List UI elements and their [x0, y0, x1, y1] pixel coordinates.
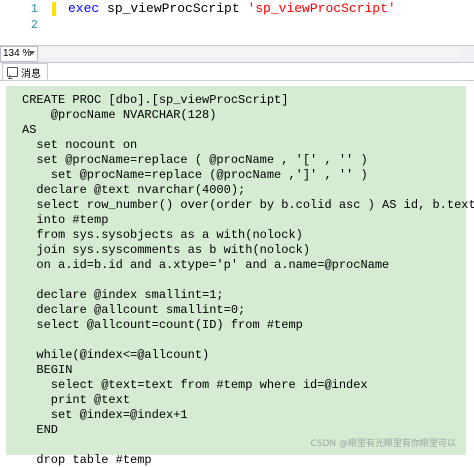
chevron-down-icon — [29, 51, 35, 55]
message-line: select @allcount=count(ID) from #temp — [22, 318, 303, 332]
tab-messages[interactable]: 消息 — [2, 63, 48, 80]
message-line: on a.id=b.id and a.xtype='p' and a.name=… — [22, 258, 390, 272]
message-line: declare @allcount smallint=0; — [22, 303, 246, 317]
message-icon — [7, 67, 18, 77]
message-line: set @procName=replace ( @procName , '[' … — [22, 153, 368, 167]
message-line: declare @text nvarchar(4000); — [22, 183, 246, 197]
results-tab-bar: 消息 — [0, 63, 474, 81]
code-keyword: exec — [68, 1, 100, 16]
code-string: 'sp_viewProcScript' — [247, 1, 396, 16]
message-line: declare @index smallint=1; — [22, 288, 224, 302]
watermark-text: CSDN @眼里有光眼里有你眼里可以 — [310, 439, 456, 449]
zoom-value: 134 % — [3, 48, 32, 59]
message-line: set nocount on — [22, 138, 138, 152]
message-line: print @text — [22, 393, 131, 407]
message-line: BEGIN — [22, 363, 73, 377]
message-line-last: drop table #temp — [22, 453, 152, 467]
message-line: set @index=@index+1 — [22, 408, 188, 422]
message-line: CREATE PROC [dbo].[sp_viewProcScript] — [22, 93, 289, 107]
message-line: from sys.sysobjects as a with(nolock) — [22, 228, 303, 242]
line-number-gutter: 1 2 — [0, 0, 62, 44]
message-line: into #temp — [22, 213, 109, 227]
zoom-dropdown[interactable]: 134 % — [0, 46, 38, 62]
query-editor[interactable]: 1 2 exec sp_viewProcScript 'sp_viewProcS… — [0, 0, 474, 44]
code-text: sp_viewProcScript — [99, 1, 248, 16]
message-line: @procName NVARCHAR(128) — [22, 108, 217, 122]
message-line: END — [22, 423, 59, 437]
editor-status-bar: 134 % — [0, 45, 474, 63]
messages-pane[interactable]: CREATE PROC [dbo].[sp_viewProcScript] @p… — [6, 86, 474, 467]
changed-line-marker — [52, 2, 56, 16]
tab-messages-label: 消息 — [21, 68, 41, 80]
code-line-1[interactable]: exec sp_viewProcScript 'sp_viewProcScrip… — [68, 1, 396, 16]
message-line: select row_number() over(order by b.coli… — [22, 198, 474, 212]
message-line: set @procName=replace (@procName ,']' , … — [22, 168, 368, 182]
line-number: 2 — [30, 18, 38, 32]
message-line: AS — [22, 123, 37, 137]
line-number: 1 — [30, 2, 38, 16]
message-line: select @text=text from #temp where id=@i… — [22, 378, 368, 392]
message-line: join sys.syscomments as b with(nolock) — [22, 243, 311, 257]
message-line: while(@index<=@allcount) — [22, 348, 210, 362]
horizontal-scrollbar[interactable] — [40, 49, 460, 58]
